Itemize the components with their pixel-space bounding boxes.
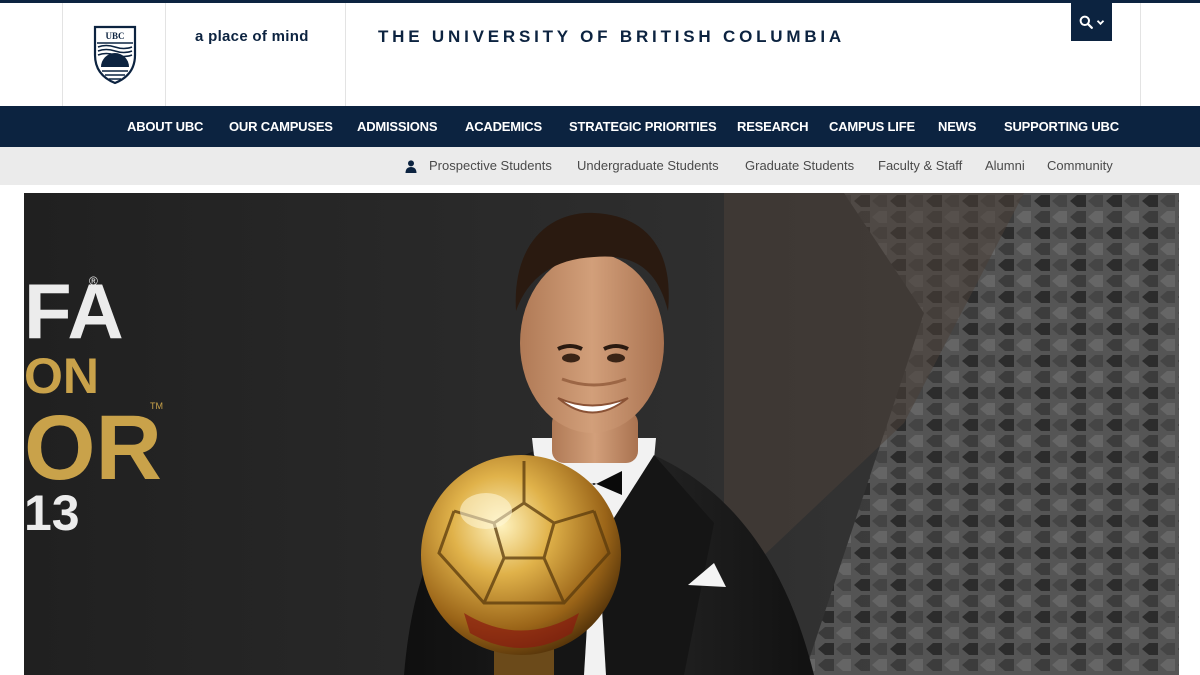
nav-item-supporting-ubc[interactable]: SUPPORTING UBC [1004, 106, 1119, 147]
audience-link-undergraduate-students[interactable]: Undergraduate Students [577, 147, 719, 185]
backdrop-text-line4: 13 [24, 485, 80, 541]
audience-nav: Prospective Students Undergraduate Stude… [0, 147, 1200, 185]
audience-link-alumni[interactable]: Alumni [985, 147, 1025, 185]
audience-link-faculty-staff[interactable]: Faculty & Staff [878, 147, 962, 185]
search-toggle-button[interactable] [1071, 3, 1112, 41]
tagline-cell: a place of mind [166, 3, 346, 106]
backdrop-text-line1: FA [24, 267, 124, 355]
ubc-logo-link[interactable]: UBC [62, 3, 166, 106]
main-nav: ABOUT UBC OUR CAMPUSES ADMISSIONS ACADEM… [0, 106, 1200, 147]
audience-link-graduate-students[interactable]: Graduate Students [745, 147, 854, 185]
person-icon [405, 160, 417, 173]
university-name[interactable]: THE UNIVERSITY OF BRITISH COLUMBIA [378, 27, 845, 47]
nav-item-research[interactable]: RESEARCH [737, 106, 809, 147]
chevron-down-icon [1096, 19, 1104, 25]
tagline: a place of mind [195, 28, 309, 45]
nav-item-admissions[interactable]: ADMISSIONS [357, 106, 438, 147]
search-icon [1079, 15, 1093, 29]
audience-link-prospective-students[interactable]: Prospective Students [429, 147, 552, 185]
audience-link-community[interactable]: Community [1047, 147, 1113, 185]
nav-item-our-campuses[interactable]: OUR CAMPUSES [229, 106, 333, 147]
masthead: UBC a place of mind THE UNIVERSITY OF BR… [0, 3, 1200, 106]
backdrop-tm-mark: TM [150, 401, 163, 411]
masthead-divider [1140, 3, 1141, 106]
ubc-crest-logo: UBC [93, 25, 137, 85]
nav-item-about-ubc[interactable]: ABOUT UBC [127, 106, 203, 147]
nav-item-academics[interactable]: ACADEMICS [465, 106, 542, 147]
nav-item-news[interactable]: NEWS [938, 106, 976, 147]
backdrop-registered-mark: ® [89, 274, 98, 288]
logo-text: UBC [105, 31, 124, 41]
hero-image[interactable]: FA ® ON OR TM 13 [24, 193, 1179, 675]
nav-item-campus-life[interactable]: CAMPUS LIFE [829, 106, 915, 147]
nav-item-strategic-priorities[interactable]: STRATEGIC PRIORITIES [569, 106, 717, 147]
backdrop-text-line3: OR [24, 397, 162, 499]
backdrop-text-line2: ON [24, 348, 99, 404]
hero-photo: FA ® ON OR TM 13 [24, 193, 1179, 675]
